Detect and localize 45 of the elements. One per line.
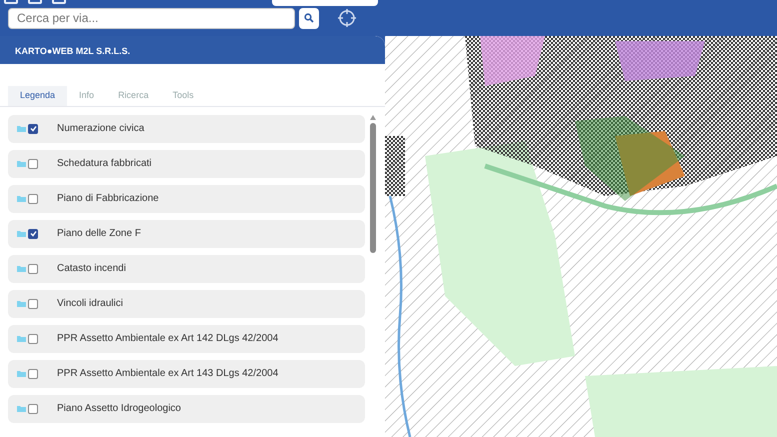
folder-icon (17, 266, 26, 272)
layer-label: Piano di Fabbricazione (57, 192, 159, 206)
layer-label: Catasto incendi (57, 262, 126, 276)
tab[interactable]: Legenda (8, 86, 68, 106)
layer-checkbox[interactable] (28, 264, 38, 274)
panel-title: KARTO●WEB M2L S.R.L.S. (0, 36, 385, 64)
layer-label: PPR Assetto Ambientale ex Art 142 DLgs 42/2004 (57, 332, 278, 346)
layer-row[interactable]: PPR Assetto Ambientale ex Art 143 DLgs 42/2004 (8, 360, 365, 388)
layer-checkbox[interactable] (28, 404, 38, 414)
search-icon (304, 13, 314, 23)
map-drawing[interactable] (385, 36, 777, 437)
layer-checkbox[interactable] (28, 368, 38, 378)
layer-label: Vincoli idraulici (57, 297, 123, 311)
scrollbar-thumb[interactable] (370, 122, 376, 252)
layer-row[interactable]: Schedatura fabbricati (8, 150, 365, 178)
layer-row[interactable]: Piano Assetto Idrogeologico (8, 394, 365, 422)
scroll-up-icon[interactable] (370, 114, 376, 120)
layer-checkbox[interactable] (28, 228, 38, 238)
folder-icon (17, 336, 26, 342)
search-field[interactable]: Cerca per via... (8, 8, 295, 28)
layer-row[interactable]: Piano di Fabbricazione (8, 184, 365, 212)
folder-icon (17, 300, 26, 306)
layer-row[interactable]: Catasto incendi (8, 254, 365, 282)
folder-icon (17, 126, 26, 132)
layer-checkbox[interactable] (28, 158, 38, 168)
layer-label: Piano Assetto Idrogeologico (57, 402, 181, 416)
layer-checkbox[interactable] (28, 334, 38, 344)
layer-checkbox[interactable] (28, 124, 38, 134)
folder-icon (17, 406, 26, 412)
layer-checkbox[interactable] (28, 194, 38, 204)
folder-icon (17, 196, 26, 202)
layer-label: Piano delle Zone F (57, 227, 141, 241)
layer-row[interactable]: Numerazione civica (8, 114, 365, 142)
layer-label: Schedatura fabbricati (57, 157, 152, 171)
folder-icon (17, 160, 26, 166)
folder-icon (17, 230, 26, 236)
layer-row[interactable]: PPR Assetto Ambientale ex Art 142 DLgs 42/2004 (8, 324, 365, 352)
layer-label: Numerazione civica (57, 122, 144, 136)
layer-row[interactable]: Vincoli idraulici (8, 290, 365, 318)
layer-row[interactable]: Piano delle Zone F (8, 220, 365, 248)
layer-checkbox[interactable] (28, 298, 38, 308)
folder-icon (17, 370, 26, 376)
layer-label: PPR Assetto Ambientale ex Art 143 DLgs 42/2004 (57, 367, 278, 381)
search-button[interactable] (299, 8, 319, 28)
crosshair-icon[interactable] (337, 8, 357, 28)
